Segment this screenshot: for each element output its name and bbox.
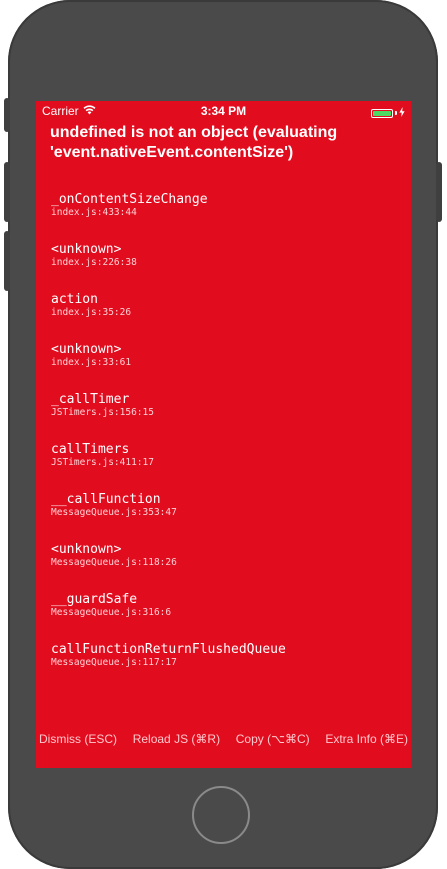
frame-method: callFunctionReturnFlushedQueue xyxy=(51,642,286,657)
frame-method: _onContentSizeChange xyxy=(51,192,208,207)
stack-frame[interactable]: callTimers JSTimers.js:411:17 xyxy=(51,442,401,492)
stack-frame[interactable]: __callFunction MessageQueue.js:353:47 xyxy=(51,492,401,542)
frame-method: <unknown> xyxy=(51,342,122,357)
reload-js-button[interactable]: Reload JS (⌘R) xyxy=(133,732,220,746)
power-button xyxy=(436,162,442,222)
stack-frame[interactable]: _onContentSizeChange index.js:433:44 xyxy=(51,192,401,242)
frame-file: index.js:33:61 xyxy=(51,357,132,368)
stack-frame[interactable]: __guardSafe MessageQueue.js:316:6 xyxy=(51,592,401,642)
frame-method: __callFunction xyxy=(51,492,161,507)
frame-method: _callTimer xyxy=(51,392,130,407)
mute-switch xyxy=(4,98,10,132)
frame-method: __guardSafe xyxy=(51,592,138,607)
frame-file: MessageQueue.js:117:17 xyxy=(51,657,177,668)
status-time: 3:34 PM xyxy=(200,104,247,118)
stack-frame[interactable]: callFunctionReturnFlushedQueue MessageQu… xyxy=(51,642,401,692)
frame-method: <unknown> xyxy=(51,542,122,557)
frame-file: index.js:433:44 xyxy=(51,207,137,218)
lightning-icon xyxy=(399,106,405,120)
battery-icon xyxy=(371,108,393,118)
stack-frame[interactable]: <unknown> index.js:226:38 xyxy=(51,242,401,292)
error-message: undefined is not an object (evaluating '… xyxy=(50,124,338,161)
frame-method: <unknown> xyxy=(51,242,122,257)
volume-down-button xyxy=(4,231,10,291)
stack-trace: _onContentSizeChange index.js:433:44 <un… xyxy=(51,192,401,692)
stack-frame[interactable]: <unknown> MessageQueue.js:118:26 xyxy=(51,542,401,592)
frame-method: callTimers xyxy=(51,442,130,457)
redbox-screen: Carrier 3:34 PM undefined is not an obje… xyxy=(36,101,411,768)
stack-frame[interactable]: _callTimer JSTimers.js:156:15 xyxy=(51,392,401,442)
copy-button[interactable]: Copy (⌥⌘C) xyxy=(236,732,310,746)
frame-file: index.js:35:26 xyxy=(51,307,132,318)
frame-file: MessageQueue.js:118:26 xyxy=(51,557,177,568)
redbox-button-bar: Dismiss (ESC) Reload JS (⌘R) Copy (⌥⌘C) … xyxy=(36,729,411,749)
stack-frame[interactable]: <unknown> index.js:33:61 xyxy=(51,342,401,392)
frame-file: MessageQueue.js:353:47 xyxy=(51,507,177,518)
battery-tip xyxy=(395,111,397,115)
home-button[interactable] xyxy=(192,786,250,844)
frame-method: action xyxy=(51,292,98,307)
frame-file: MessageQueue.js:316:6 xyxy=(51,607,172,618)
battery-level xyxy=(373,110,391,116)
status-bar: Carrier 3:34 PM xyxy=(36,101,411,121)
frame-file: JSTimers.js:156:15 xyxy=(51,407,154,418)
extra-info-button[interactable]: Extra Info (⌘E) xyxy=(325,732,408,746)
status-bar-right xyxy=(371,106,405,120)
dismiss-button[interactable]: Dismiss (ESC) xyxy=(39,732,117,746)
frame-file: JSTimers.js:411:17 xyxy=(51,457,154,468)
stack-frame[interactable]: action index.js:35:26 xyxy=(51,292,401,342)
frame-file: index.js:226:38 xyxy=(51,257,137,268)
volume-up-button xyxy=(4,162,10,222)
